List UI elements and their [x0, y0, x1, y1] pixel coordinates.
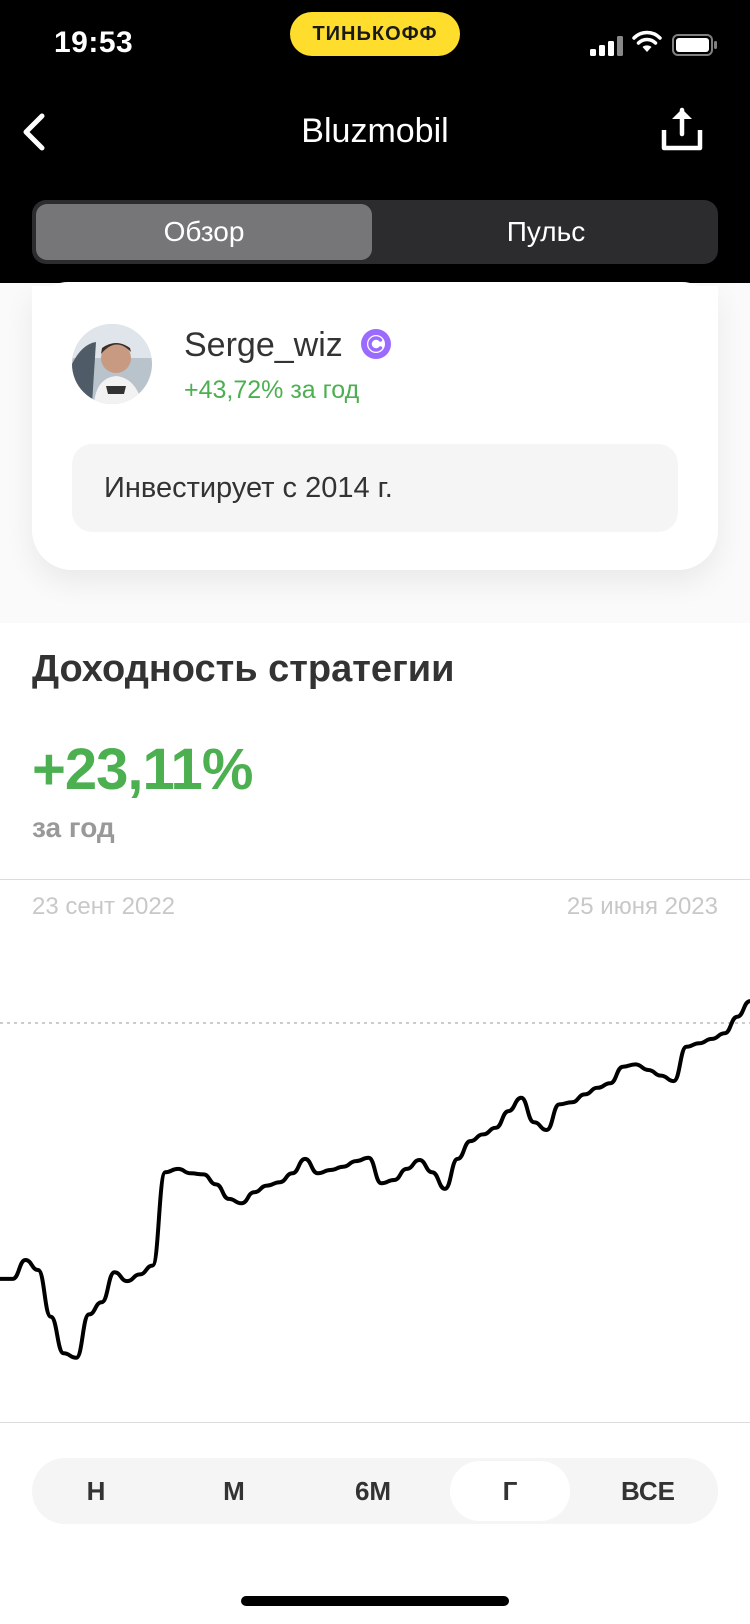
- status-time: 19:53: [54, 26, 134, 59]
- strategy-yield-period: за год: [32, 812, 115, 843]
- battery-icon: [672, 34, 717, 56]
- chart-series-line: [0, 999, 750, 1360]
- period-month[interactable]: М: [174, 1458, 294, 1524]
- brand-logo: ТИНЬКОФФ: [290, 12, 460, 56]
- yield-chart[interactable]: [0, 930, 750, 1410]
- cellular-signal-icon: [590, 36, 623, 56]
- chart-date-start: 23 сент 2022: [32, 893, 176, 920]
- chart-bottom-divider: [0, 1422, 750, 1423]
- header: 19:53 ТИНЬКОФФ Bluzmobil Обзор Пульс: [0, 0, 750, 283]
- author-name: Serge_wiz: [184, 326, 343, 364]
- chart-date-end: 25 июня 2023: [566, 893, 718, 920]
- author-card[interactable]: Serge_wiz +43,72% за год Инвестирует с 2…: [32, 282, 718, 570]
- period-year[interactable]: Г: [450, 1461, 570, 1521]
- period-selector: Н М 6М Г ВСЕ: [32, 1458, 718, 1524]
- tab-pulse[interactable]: Пульс: [378, 204, 714, 260]
- chart-top-divider: [0, 879, 750, 880]
- verified-badge-icon: [361, 329, 391, 359]
- tab-overview[interactable]: Обзор: [36, 204, 372, 260]
- wifi-icon: [632, 30, 662, 52]
- avatar[interactable]: [72, 324, 152, 404]
- segmented-control: Обзор Пульс: [32, 200, 718, 264]
- investing-since-note: Инвестирует с 2014 г.: [72, 444, 678, 532]
- page-title: Bluzmobil: [301, 112, 449, 150]
- strategy-yield-value: +23,11%: [32, 737, 253, 802]
- share-icon[interactable]: [660, 106, 704, 152]
- author-yield: +43,72% за год: [184, 376, 360, 404]
- section-title: Доходность стратегии: [32, 648, 455, 690]
- period-week[interactable]: Н: [36, 1458, 156, 1524]
- home-indicator: [241, 1596, 509, 1606]
- period-all[interactable]: ВСЕ: [588, 1458, 708, 1524]
- period-six-months[interactable]: 6М: [313, 1458, 433, 1524]
